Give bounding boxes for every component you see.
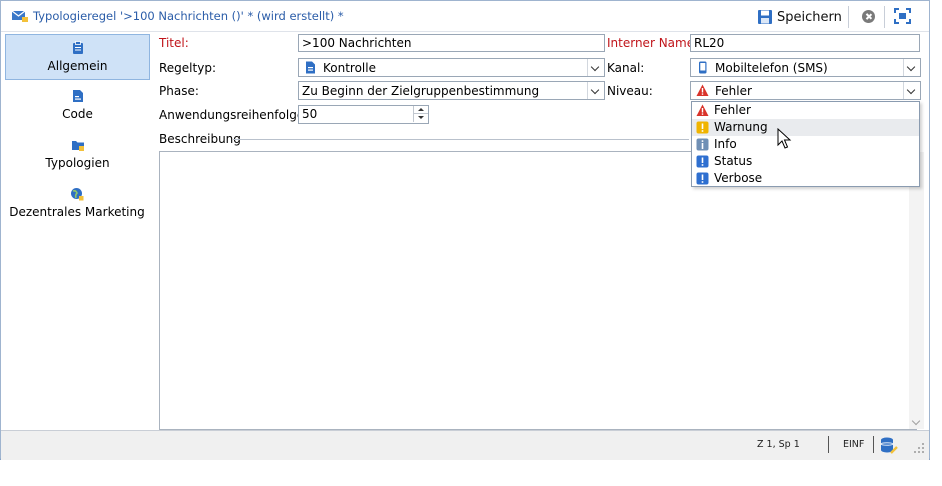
phase-value: Zu Beginn der Zielgruppenbestimmung	[302, 84, 540, 98]
nav-item-label: Typologien	[45, 156, 110, 170]
error-triangle-icon	[696, 84, 709, 96]
nav-item-label: Dezentrales Marketing	[9, 205, 145, 219]
nav-item-label: Allgemein	[47, 59, 108, 73]
rule-type-select[interactable]: Kontrolle	[298, 58, 605, 77]
order-label: Anwendungsreihenfolge:	[159, 108, 309, 122]
status-bar: Z 1, Sp 1 EINF	[1, 430, 929, 460]
cursor-position: Z 1, Sp 1	[757, 439, 800, 450]
toolbar-separator	[884, 6, 885, 28]
vertical-scrollbar[interactable]	[909, 152, 924, 429]
channel-value: Mobiltelefon (SMS)	[715, 61, 828, 75]
channel-select[interactable]: Mobiltelefon (SMS)	[690, 58, 921, 77]
chevron-down-icon[interactable]	[587, 59, 604, 76]
option-label: Warnung	[714, 120, 768, 134]
toolbar-separator	[848, 6, 849, 28]
rule-type-label: Regeltyp:	[159, 61, 216, 75]
rule-type-value: Kontrolle	[323, 61, 376, 75]
fullscreen-icon[interactable]	[894, 8, 911, 24]
dropdown-option-verbose[interactable]: Verbose	[692, 170, 919, 187]
typology-rule-icon	[11, 10, 28, 22]
nav-item-typologien[interactable]: Typologien	[5, 132, 150, 178]
stepper-up-icon[interactable]	[414, 106, 428, 114]
nav-item-allgemein[interactable]: Allgemein	[5, 34, 150, 80]
insert-mode: EINF	[843, 439, 865, 450]
window: Typologieregel '>100 Nachrichten ()' * (…	[0, 0, 930, 460]
order-value: 50	[302, 107, 318, 121]
option-label: Fehler	[714, 103, 751, 117]
scroll-down-icon[interactable]	[911, 416, 921, 426]
chevron-down-icon[interactable]	[903, 82, 920, 99]
option-label: Verbose	[714, 171, 763, 185]
cancel-icon[interactable]	[862, 10, 875, 23]
phase-select[interactable]: Zu Beginn der Zielgruppenbestimmung	[298, 81, 605, 100]
nav-item-code[interactable]: Code	[5, 83, 150, 129]
stepper-down-icon[interactable]	[414, 114, 428, 121]
dropdown-option-fehler[interactable]: Fehler	[692, 102, 919, 119]
dropdown-option-info[interactable]: Info	[692, 136, 919, 153]
nav-item-label: Code	[62, 107, 93, 121]
level-label: Niveau:	[607, 84, 653, 98]
stepper-buttons[interactable]	[413, 106, 428, 122]
option-label: Info	[714, 137, 737, 151]
dropdown-option-status[interactable]: Status	[692, 153, 919, 170]
chevron-down-icon[interactable]	[587, 82, 604, 99]
option-label: Status	[714, 154, 753, 168]
general-form: Titel: >100 Nachrichten Interner Name: R…	[153, 32, 929, 430]
resize-grip-icon[interactable]	[911, 440, 925, 454]
database-icon[interactable]	[880, 437, 898, 454]
status-separator	[873, 436, 874, 453]
internal-name-input[interactable]: RL20	[690, 34, 920, 52]
status-separator	[828, 436, 829, 453]
order-stepper[interactable]: 50	[298, 105, 429, 124]
level-value: Fehler	[715, 84, 752, 98]
title-bar: Typologieregel '>100 Nachrichten ()' * (…	[1, 1, 929, 32]
dropdown-option-warnung[interactable]: Warnung	[692, 119, 919, 136]
folder-icon	[71, 141, 84, 151]
level-dropdown-list: Fehler Warnung Info Status Verbose	[691, 101, 920, 187]
title-label: Titel:	[159, 36, 189, 50]
level-select[interactable]: Fehler	[690, 81, 921, 100]
mouse-pointer-icon	[777, 128, 792, 149]
code-file-icon	[72, 90, 83, 102]
status-icon	[696, 155, 709, 168]
window-title: Typologieregel '>100 Nachrichten ()' * (…	[33, 9, 344, 23]
description-textarea[interactable]	[159, 151, 924, 430]
description-separator	[233, 139, 689, 140]
channel-label: Kanal:	[607, 61, 645, 75]
save-label: Speichern	[777, 9, 842, 25]
description-label: Beschreibung	[159, 132, 241, 146]
save-button[interactable]: Speichern	[757, 7, 842, 27]
error-triangle-icon	[696, 104, 709, 116]
floppy-disk-icon	[758, 10, 772, 24]
chevron-down-icon[interactable]	[903, 59, 920, 76]
side-navigation: Allgemein Code Typologien Dezentrales Ma…	[1, 32, 153, 430]
clipboard-icon	[72, 41, 83, 54]
phase-label: Phase:	[159, 84, 199, 98]
internal-name-label: Interner Name:	[607, 36, 699, 50]
info-icon	[696, 138, 709, 151]
warning-icon	[696, 121, 709, 134]
mobile-phone-icon	[699, 61, 707, 74]
verbose-icon	[696, 172, 709, 185]
title-input[interactable]: >100 Nachrichten	[298, 34, 605, 52]
nav-item-dezentrales-marketing[interactable]: Dezentrales Marketing	[3, 181, 151, 227]
globe-icon	[71, 188, 84, 201]
control-file-icon	[306, 61, 315, 74]
